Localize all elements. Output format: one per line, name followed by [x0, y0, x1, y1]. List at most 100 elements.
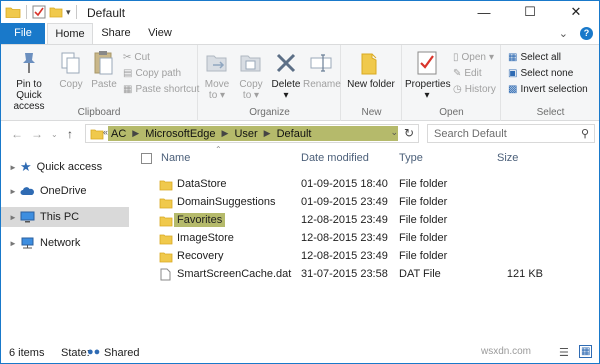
expand-chevron-icon[interactable]: ►: [9, 213, 17, 222]
breadcrumb-separator-icon[interactable]: ▶: [222, 128, 229, 139]
select-all-button[interactable]: ▦ Select all: [508, 52, 561, 63]
tab-file[interactable]: File: [1, 23, 45, 44]
new-folder-label: New folder: [347, 79, 395, 90]
copy-to-button[interactable]: Copy to ▾: [235, 50, 267, 101]
tab-home[interactable]: Home: [47, 23, 93, 44]
address-bar[interactable]: « AC ▶ MicrosoftEdge ▶ User ▶ Default ⌄ ↻: [85, 124, 419, 143]
new-folder-button[interactable]: New folder: [346, 50, 396, 90]
expand-chevron-icon[interactable]: ►: [9, 163, 17, 172]
edit-icon: ✎: [453, 68, 462, 79]
file-name: DataStore: [177, 178, 227, 190]
recent-locations-button[interactable]: ⌄: [51, 130, 58, 139]
new-group-label: New: [361, 107, 382, 118]
select-all-label: Select all: [520, 52, 562, 63]
invert-selection-button[interactable]: ▩ Invert selection: [508, 84, 588, 95]
select-all-checkbox[interactable]: [141, 147, 152, 169]
forward-button[interactable]: →: [31, 127, 43, 141]
breadcrumb-item[interactable]: MicrosoftEdge: [145, 128, 215, 140]
select-none-button[interactable]: ▣ Select none: [508, 68, 573, 79]
breadcrumb: AC ▶ MicrosoftEdge ▶ User ▶ Default: [108, 126, 398, 141]
folder-icon: [90, 129, 104, 140]
file-type: File folder: [399, 232, 448, 244]
copy-to-icon: [240, 55, 261, 72]
expand-chevron-icon[interactable]: ►: [9, 187, 17, 196]
table-row[interactable]: DataStore 01-09-2015 18:40 File folder: [137, 175, 597, 193]
large-icons-view-icon[interactable]: ▦: [579, 345, 593, 358]
properties-check-icon[interactable]: [32, 5, 46, 19]
customize-qat-icon[interactable]: ▾: [66, 7, 71, 18]
breadcrumb-separator-icon[interactable]: ▶: [264, 128, 271, 139]
file-size: 121 KB: [506, 268, 543, 280]
table-row[interactable]: SmartScreenCache.dat 31-07-2015 23:58 DA…: [137, 265, 597, 283]
move-to-button[interactable]: Move to ▾: [201, 50, 233, 101]
column-header-type[interactable]: Type: [399, 147, 423, 169]
copy-icon: [61, 52, 80, 74]
invert-selection-label: Invert selection: [520, 84, 588, 95]
breadcrumb-item[interactable]: AC: [111, 128, 126, 140]
item-count: 6 items: [9, 347, 45, 359]
search-input[interactable]: Search Default ⚲: [427, 124, 595, 143]
nav-item-onedrive[interactable]: ► OneDrive: [1, 181, 129, 201]
column-header-size[interactable]: Size: [497, 147, 518, 169]
delete-button[interactable]: Delete ▾: [269, 50, 303, 101]
nav-item-label: OneDrive: [40, 185, 87, 197]
close-button[interactable]: ✕: [553, 1, 599, 23]
nav-item-network[interactable]: ► Network: [1, 233, 129, 253]
column-header-date[interactable]: Date modified: [301, 147, 369, 169]
table-row[interactable]: DomainSuggestions 01-09-2015 23:49 File …: [137, 193, 597, 211]
cut-label: Cut: [134, 52, 150, 63]
select-all-icon: ▦: [508, 52, 518, 63]
copy-path-button[interactable]: ▤ Copy path: [123, 68, 181, 79]
cut-button[interactable]: ✂ Cut: [123, 52, 150, 63]
table-row[interactable]: Recovery 12-08-2015 23:49 File folder: [137, 247, 597, 265]
nav-item-this-pc[interactable]: ► This PC: [1, 207, 129, 227]
open-button[interactable]: ▯ Open ▾: [453, 52, 494, 63]
breadcrumb-item[interactable]: Default: [277, 128, 312, 140]
breadcrumb-item[interactable]: User: [234, 128, 257, 140]
open-label: Open: [461, 52, 486, 63]
search-placeholder: Search Default: [434, 128, 507, 140]
edit-button[interactable]: ✎ Edit: [453, 68, 482, 79]
copy-button[interactable]: Copy: [57, 50, 85, 90]
tab-view[interactable]: View: [141, 23, 179, 44]
nav-item-quick-access[interactable]: ► ★ Quick access: [1, 157, 129, 177]
tab-share[interactable]: Share: [95, 23, 137, 44]
move-to-icon: [206, 55, 227, 72]
table-row[interactable]: ImageStore 12-08-2015 23:49 File folder: [137, 229, 597, 247]
window-title: Default: [87, 6, 126, 20]
cloud-icon: [20, 187, 34, 195]
folder-icon: [159, 234, 173, 245]
paste-shortcut-icon: ▦: [123, 84, 133, 95]
minimize-button[interactable]: —: [461, 1, 507, 23]
column-header-name[interactable]: Name: [161, 147, 190, 169]
new-folder-icon[interactable]: [49, 5, 63, 19]
breadcrumb-separator-icon[interactable]: ▶: [132, 128, 139, 139]
new-folder-icon: [361, 53, 377, 75]
file-date: 01-09-2015 18:40: [301, 178, 388, 190]
file-date: 12-08-2015 23:49: [301, 232, 388, 244]
file-type: File folder: [399, 178, 448, 190]
back-button[interactable]: ←: [11, 127, 23, 141]
column-header-label: Type: [399, 152, 423, 164]
sort-ascending-icon: ⌃: [215, 145, 222, 154]
up-button[interactable]: ↑: [67, 127, 73, 141]
watermark: wsxdn.com: [481, 346, 532, 357]
expand-ribbon-icon[interactable]: ⌄: [559, 27, 568, 40]
search-icon: ⚲: [580, 128, 589, 140]
expand-chevron-icon[interactable]: ►: [9, 239, 17, 248]
pin-to-quick-access-button[interactable]: Pin to Quick access: [3, 50, 55, 112]
select-group: ▦ Select all ▣ Select none ▩ Invert selecti…: [502, 45, 599, 121]
refresh-icon[interactable]: ↻: [404, 126, 414, 140]
file-name: DomainSuggestions: [177, 196, 276, 208]
details-view-icon[interactable]: ☰: [559, 346, 569, 359]
maximize-button[interactable]: ☐: [507, 1, 553, 23]
help-icon[interactable]: ?: [580, 27, 593, 40]
properties-button[interactable]: Properties ▾: [405, 50, 451, 101]
table-row-favorites[interactable]: Favorites 12-08-2015 23:49 File folder: [137, 211, 597, 229]
paste-shortcut-button[interactable]: ▦ Paste shortcut: [123, 84, 199, 95]
paste-button[interactable]: Paste: [89, 50, 119, 90]
address-dropdown-icon[interactable]: ⌄: [390, 127, 398, 138]
rename-button[interactable]: Rename: [303, 50, 341, 90]
history-button[interactable]: ◷ History: [453, 84, 496, 95]
organize-group: Move to ▾ Copy to ▾ Delete ▾ Rename Orga…: [199, 45, 341, 121]
